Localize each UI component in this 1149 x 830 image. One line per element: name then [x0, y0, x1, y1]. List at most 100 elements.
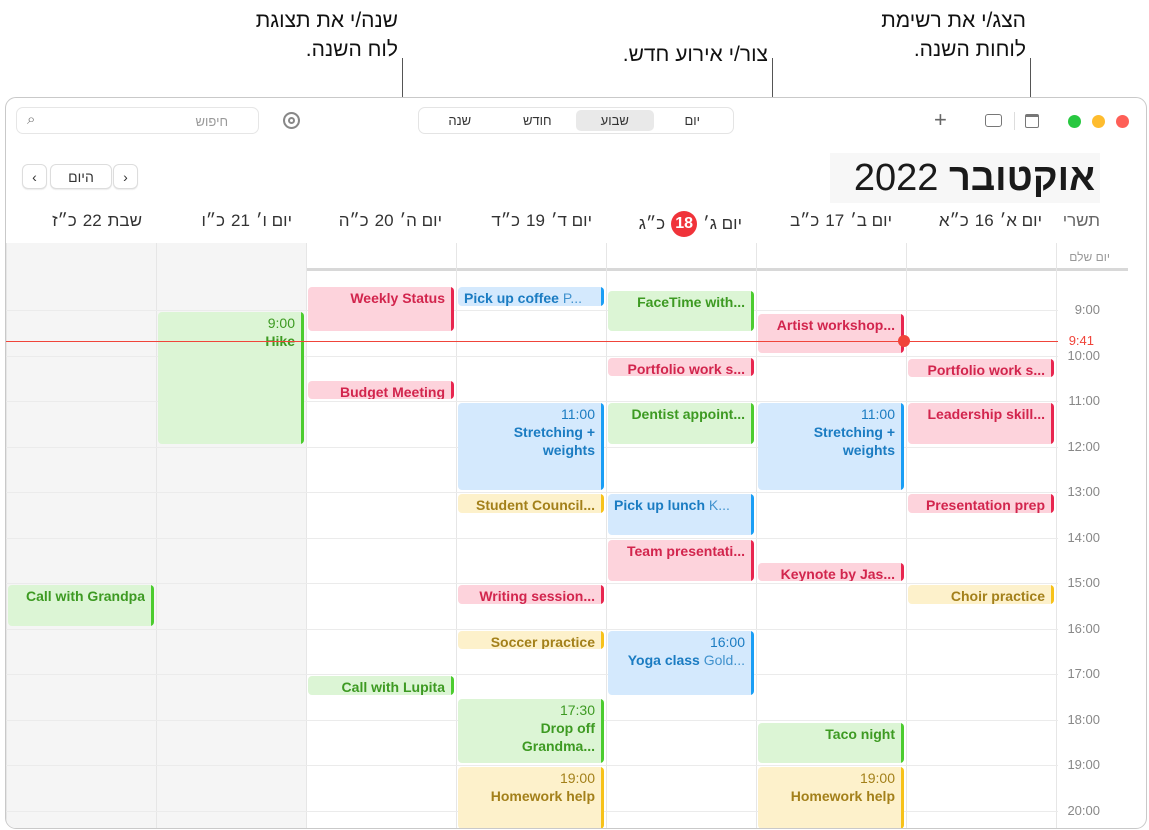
- day-column[interactable]: [906, 243, 1056, 828]
- week-grid[interactable]: יום שלם 9:00 10:00 11:00 12:00 13:00 14:00 15:…: [6, 243, 1146, 828]
- event-color-bar: [751, 494, 754, 536]
- event-title: Soccer practice: [490, 633, 595, 650]
- calendar-event[interactable]: Weekly Status: [308, 287, 454, 331]
- event-color-bar: [901, 403, 904, 490]
- event-color-bar: [451, 380, 454, 399]
- calendar-event[interactable]: Portfolio work s...: [608, 357, 754, 377]
- view-switcher: יום שבוע חודש שנה: [418, 107, 734, 134]
- calendar-event[interactable]: Team presentati...: [608, 539, 754, 581]
- hour-line: [6, 674, 1058, 675]
- day-header[interactable]: יום ו׳ 21 כ״ו: [201, 211, 292, 231]
- plus-icon[interactable]: +: [934, 107, 947, 133]
- calendar-event[interactable]: FaceTime with...: [608, 291, 754, 331]
- calendar-event[interactable]: Soccer practice: [458, 630, 604, 650]
- hebrew-month: תשרי: [1062, 211, 1100, 230]
- hour-line: [6, 583, 1058, 584]
- view-month[interactable]: חודש: [499, 110, 577, 131]
- callout-calendar-list: הצג/י את רשימת לוחות השנה.: [800, 6, 1026, 64]
- hour-label: 19:00: [1067, 757, 1100, 772]
- calendar-event[interactable]: Call with Grandpa: [8, 585, 154, 627]
- event-color-bar: [1051, 403, 1054, 445]
- day-column[interactable]: [606, 243, 756, 828]
- day-header[interactable]: שבת 22 כ״ז: [52, 211, 142, 231]
- day-number: 20: [374, 211, 394, 230]
- hour-label: 16:00: [1067, 620, 1100, 636]
- calendar-window: + יום שבוע חודש שנה ⌕ חיפוש ‹ היום › אוק…: [5, 97, 1147, 829]
- calendar-event[interactable]: Presentation prep: [908, 494, 1054, 513]
- calendar-event[interactable]: Writing session...: [458, 585, 604, 604]
- calendar-event[interactable]: 11:00 Stretching + weights: [458, 403, 604, 490]
- day-name: יום א׳: [999, 211, 1042, 230]
- next-week-button[interactable]: ›: [113, 164, 138, 189]
- view-day[interactable]: יום: [654, 110, 732, 131]
- zoom-button[interactable]: [1068, 115, 1081, 128]
- calendar-event[interactable]: 16:00 Yoga class Gold...: [608, 630, 754, 695]
- calendar-event[interactable]: Choir practice: [908, 585, 1054, 604]
- calendar-event[interactable]: 19:00 Homework help: [458, 767, 604, 828]
- day-header[interactable]: יום ה׳ 20 כ״ה: [339, 211, 442, 231]
- hour-line: [6, 537, 1058, 539]
- event-title: Pick up coffee P...: [464, 290, 583, 307]
- event-title: Homework help: [490, 788, 595, 805]
- calendar-event[interactable]: Taco night: [758, 723, 904, 763]
- day-header[interactable]: יום ד׳ 19 כ״ד: [491, 211, 592, 231]
- month-label: אוקטובר: [948, 157, 1095, 199]
- event-time: 11:00: [561, 406, 595, 423]
- calendar-event[interactable]: Portfolio work s...: [908, 359, 1054, 378]
- minimize-button[interactable]: [1092, 115, 1105, 128]
- calendar-event[interactable]: Pick up coffee P...: [458, 287, 604, 307]
- calendar-event[interactable]: Artist workshop...: [758, 313, 904, 354]
- hour-label: 13:00: [1067, 484, 1100, 499]
- search-icon: ⌕: [27, 111, 36, 128]
- view-year[interactable]: שנה: [421, 110, 499, 131]
- event-title: Choir practice: [950, 588, 1045, 604]
- hebrew-date: כ״א: [938, 211, 969, 230]
- day-column[interactable]: [306, 243, 456, 828]
- event-color-bar: [901, 723, 904, 763]
- hebrew-date: כ״ו: [201, 211, 226, 230]
- hour-label: 10:00: [1067, 347, 1100, 363]
- calendar-event[interactable]: 17:30 Drop off Grandma...: [458, 699, 604, 763]
- prev-week-button[interactable]: ‹: [22, 164, 47, 189]
- event-color-bar: [601, 403, 604, 490]
- event-title: Drop off Grandma...: [521, 720, 595, 755]
- calendar-event[interactable]: Dentist appoint...: [608, 403, 754, 445]
- day-header[interactable]: יום ב׳ 17 כ״ב: [790, 211, 892, 231]
- inbox-icon[interactable]: [985, 114, 1002, 127]
- calendar-event[interactable]: 19:00 Homework help: [758, 767, 904, 828]
- calendar-list-icon[interactable]: [1025, 114, 1039, 128]
- view-week[interactable]: שבוע: [576, 110, 654, 131]
- time-column-border: [1056, 243, 1057, 828]
- day-name: יום ב׳: [850, 211, 892, 230]
- calendar-event[interactable]: Pick up lunch K...: [608, 494, 754, 536]
- day-header[interactable]: יום ג׳ 18 כ״ג: [639, 211, 742, 237]
- hebrew-date: כ״ב: [789, 211, 820, 230]
- close-button[interactable]: [1116, 115, 1129, 128]
- calendar-event[interactable]: Leadership skill...: [908, 403, 1054, 445]
- event-title: Pick up lunch K...: [614, 497, 730, 514]
- hebrew-date: כ״ד: [491, 211, 521, 230]
- calendar-event[interactable]: 11:00 Stretching + weights: [758, 403, 904, 490]
- calendar-event[interactable]: Student Council...: [458, 494, 604, 513]
- calendar-event[interactable]: Keynote by Jas...: [758, 562, 904, 581]
- today-button[interactable]: היום: [50, 164, 112, 189]
- callout-line: שנה/י את תצוגת: [255, 9, 398, 32]
- day-header[interactable]: יום א׳ 16 כ״א: [939, 211, 1042, 231]
- calendar-event[interactable]: Call with Lupita: [308, 676, 454, 695]
- event-title: Call with Grandpa: [25, 588, 145, 605]
- event-title: Yoga class Gold...: [627, 651, 745, 668]
- airdrop-icon[interactable]: [283, 112, 300, 129]
- hour-label: 11:00: [1068, 393, 1100, 408]
- hour-line: [6, 628, 1058, 630]
- day-number: 18: [671, 211, 698, 237]
- search-input[interactable]: ⌕ חיפוש: [16, 107, 259, 134]
- hebrew-date: כ״ז: [52, 211, 77, 230]
- day-column[interactable]: [6, 243, 156, 828]
- event-color-bar: [601, 494, 604, 513]
- event-time: 11:00: [861, 406, 895, 423]
- hour-label: 17:00: [1067, 666, 1100, 681]
- calendar-event[interactable]: Budget Meeting: [308, 380, 454, 399]
- calendar-event[interactable]: 9:00 Hike: [158, 312, 304, 445]
- event-title: FaceTime with...: [637, 294, 745, 311]
- callout-line: לוחות השנה.: [913, 38, 1026, 61]
